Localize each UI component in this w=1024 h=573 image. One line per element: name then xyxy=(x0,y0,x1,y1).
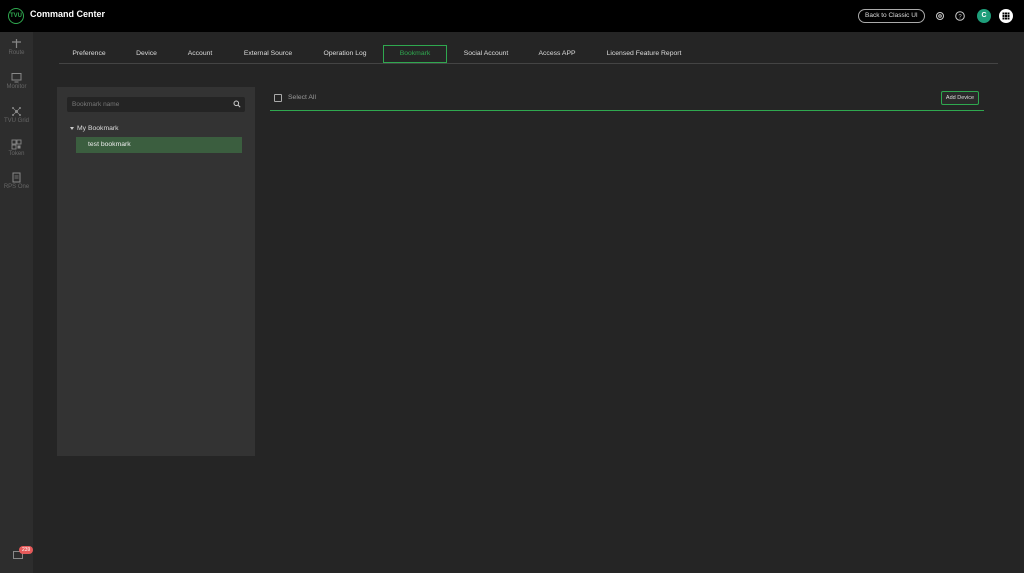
sidebar-item-label: RPS One xyxy=(3,184,30,190)
monitor-icon xyxy=(11,73,22,83)
grid-network-icon xyxy=(12,107,21,116)
sidebar-item-label: Token xyxy=(8,151,25,157)
bookmark-search xyxy=(67,97,245,112)
sidebar-item-monitor[interactable]: Monitor xyxy=(0,72,33,90)
notification-badge: 239 xyxy=(19,546,34,554)
tab-licensed-feature-report[interactable]: Licensed Feature Report xyxy=(599,45,689,63)
search-icon[interactable] xyxy=(233,100,241,108)
select-all-checkbox[interactable] xyxy=(274,94,282,102)
sidebar-item-token[interactable]: Token xyxy=(0,139,33,157)
sidebar-item-tvu-grid[interactable]: TVU Grid xyxy=(0,106,33,124)
left-sidebar: Route Monitor TVU Grid Token RPS One xyxy=(0,32,33,573)
user-avatar[interactable]: C xyxy=(977,9,991,23)
tab-social-account[interactable]: Social Account xyxy=(456,45,516,63)
caret-down-icon xyxy=(70,126,74,130)
tab-external-source[interactable]: External Source xyxy=(235,45,301,63)
device-icon xyxy=(12,172,21,183)
bookmark-panel: My Bookmark test bookmark xyxy=(57,87,255,456)
route-icon xyxy=(12,39,21,48)
qr-code-icon xyxy=(11,139,22,150)
tree-node-my-bookmark[interactable]: My Bookmark xyxy=(70,125,119,132)
tree-node-test-bookmark[interactable]: test bookmark xyxy=(76,137,242,153)
tree-node-label: My Bookmark xyxy=(77,125,119,132)
divider xyxy=(270,110,984,111)
tab-bookmark[interactable]: Bookmark xyxy=(383,45,447,63)
select-all-label[interactable]: Select All xyxy=(288,94,316,101)
sidebar-item-label: Monitor xyxy=(6,84,27,90)
tvu-logo: TVU xyxy=(8,8,24,24)
sidebar-item-rps-one[interactable]: RPS One xyxy=(0,172,33,190)
bookmark-search-input[interactable] xyxy=(72,97,222,112)
top-bar: TVU Command Center Back to Classic UI ? … xyxy=(0,0,1024,32)
tab-preference[interactable]: Preference xyxy=(59,45,119,63)
tab-access-app[interactable]: Access APP xyxy=(531,45,583,63)
settings-tabs: Preference Device Account External Sourc… xyxy=(59,45,998,64)
sidebar-item-route[interactable]: Route xyxy=(0,38,33,56)
back-to-classic-button[interactable]: Back to Classic UI xyxy=(858,9,925,23)
app-title: Command Center xyxy=(30,9,106,19)
tab-operation-log[interactable]: Operation Log xyxy=(314,45,376,63)
sidebar-item-label: Route xyxy=(8,50,25,56)
tab-account[interactable]: Account xyxy=(177,45,223,63)
apps-icon[interactable] xyxy=(999,9,1013,23)
settings-icon[interactable] xyxy=(935,11,945,21)
sidebar-item-label: TVU Grid xyxy=(3,118,29,124)
help-icon[interactable]: ? xyxy=(955,11,965,21)
tab-device[interactable]: Device xyxy=(126,45,167,63)
add-device-button[interactable]: Add Device xyxy=(941,91,979,105)
